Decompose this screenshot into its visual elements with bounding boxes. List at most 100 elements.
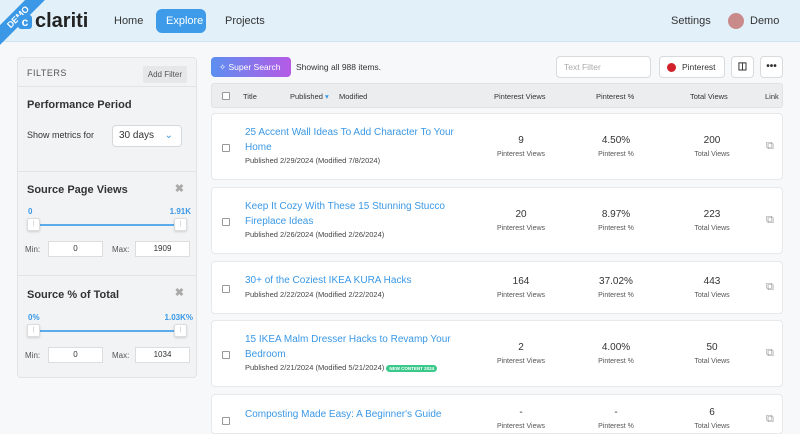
- logo-text: clariti: [35, 10, 89, 32]
- total-views-cell: 223 Total Views: [667, 209, 757, 232]
- performance-period-section: Performance Period Show metrics for 30 d…: [18, 87, 196, 172]
- external-link-icon[interactable]: ⧉: [766, 347, 774, 360]
- range-low-label: 0: [28, 207, 33, 216]
- filters-panel: FILTERS Add Filter Performance Period Sh…: [17, 57, 197, 378]
- row-title-link[interactable]: Composting Made Easy: A Beginner's Guide: [245, 407, 465, 422]
- logo[interactable]: c clariti: [18, 10, 88, 33]
- row-title-link[interactable]: 25 Accent Wall Ideas To Add Character To…: [245, 125, 465, 155]
- row-checkbox[interactable]: [222, 143, 230, 152]
- external-link-icon[interactable]: ⧉: [766, 413, 774, 426]
- remove-filter-icon[interactable]: ✖: [175, 182, 184, 195]
- new-content-badge: NEW CONTENT 2024: [386, 364, 438, 372]
- chevron-down-icon: ⌄: [164, 130, 173, 141]
- row-meta: Published 2/22/2024 (Modified 2/22/2024): [245, 290, 384, 299]
- min-input[interactable]: 0: [48, 241, 103, 257]
- select-all-checkbox[interactable]: [222, 92, 230, 100]
- external-link-icon[interactable]: ⧉: [766, 214, 774, 227]
- pinterest-views-value: 9: [518, 134, 524, 146]
- row-checkbox[interactable]: [222, 350, 230, 359]
- stat-label: Pinterest Views: [496, 423, 546, 430]
- add-filter-button[interactable]: Add Filter: [142, 66, 187, 83]
- period-select[interactable]: 30 days ⌄: [112, 125, 182, 147]
- section-title: Performance Period: [27, 99, 132, 111]
- table-row: 25 Accent Wall Ideas To Add Character To…: [211, 113, 783, 180]
- more-icon[interactable]: •••: [760, 56, 783, 78]
- pinterest-percent-value: 37.02%: [599, 275, 633, 287]
- pinterest-views-value: -: [519, 407, 523, 418]
- range-track: [28, 330, 186, 332]
- text-filter-input[interactable]: Text Filter: [556, 56, 651, 78]
- col-pinterest-views[interactable]: Pinterest Views: [494, 92, 546, 101]
- table-row: 15 IKEA Malm Dresser Hacks to Revamp You…: [211, 320, 783, 387]
- external-link-icon[interactable]: ⧉: [766, 281, 774, 294]
- source-page-views-filter: Source Page Views ✖ 0 1.91K | | Min: 0 M…: [18, 172, 196, 276]
- col-total-views[interactable]: Total Views: [690, 92, 728, 101]
- range-min-handle[interactable]: |: [27, 324, 40, 337]
- stat-label: Total Views: [694, 423, 730, 430]
- range-high-label: 1.91K: [169, 207, 191, 216]
- stat-label: Pinterest Views: [496, 357, 546, 365]
- pinterest-views-cell: 164 Pinterest Views: [476, 276, 566, 299]
- user-menu[interactable]: Demo: [728, 9, 789, 33]
- col-modified[interactable]: Modified: [339, 92, 367, 101]
- range-max-handle[interactable]: |: [174, 218, 187, 231]
- max-input[interactable]: 1909: [135, 241, 190, 257]
- range-low-label: 0%: [28, 313, 40, 322]
- row-checkbox[interactable]: [222, 284, 230, 293]
- nav-home[interactable]: Home: [104, 9, 153, 33]
- col-published[interactable]: Published ▾: [290, 92, 329, 101]
- nav-explore[interactable]: Explore: [156, 9, 206, 33]
- col-published-label: Published: [290, 92, 323, 101]
- col-pinterest-percent[interactable]: Pinterest %: [596, 92, 634, 101]
- section-title: Source Page Views: [27, 184, 128, 196]
- stat-label: Pinterest %: [598, 423, 634, 430]
- filters-title: FILTERS: [27, 68, 67, 78]
- stat-label: Pinterest %: [598, 224, 634, 232]
- stat-label: Total Views: [694, 224, 730, 232]
- stat-label: Pinterest %: [598, 291, 634, 299]
- row-checkbox[interactable]: [222, 217, 230, 226]
- stat-label: Pinterest %: [598, 150, 634, 158]
- table-header: Title Published ▾ Modified Pinterest Vie…: [211, 83, 783, 108]
- logo-icon: c: [18, 14, 32, 29]
- remove-filter-icon[interactable]: ✖: [175, 286, 184, 299]
- total-views-value: 223: [703, 208, 721, 220]
- min-label: Min:: [25, 245, 41, 254]
- avatar: [728, 13, 744, 30]
- pinterest-percent-value: -: [614, 407, 618, 418]
- stat-label: Pinterest %: [598, 357, 634, 365]
- columns-icon[interactable]: ◫: [731, 56, 754, 78]
- pinterest-percent-cell: 37.02% Pinterest %: [571, 276, 661, 299]
- publish-dates: Published 2/26/2024 (Modified 2/26/2024): [245, 230, 385, 239]
- total-views-value: 6: [709, 407, 715, 418]
- row-title-link[interactable]: 15 IKEA Malm Dresser Hacks to Revamp You…: [245, 332, 465, 362]
- stat-label: Pinterest Views: [496, 291, 546, 299]
- row-checkbox[interactable]: [222, 417, 230, 425]
- section-title: Source % of Total: [27, 289, 120, 301]
- pinterest-percent-cell: 8.97% Pinterest %: [571, 209, 661, 232]
- nav-settings[interactable]: Settings: [661, 9, 721, 33]
- row-title-link[interactable]: Keep It Cozy With These 15 Stunning Stuc…: [245, 199, 465, 229]
- publish-dates: Published 2/21/2024 (Modified 5/21/2024): [245, 363, 385, 372]
- external-link-icon[interactable]: ⧉: [766, 140, 774, 153]
- nav-projects[interactable]: Projects: [215, 9, 275, 33]
- min-input[interactable]: 0: [48, 347, 103, 363]
- source-label: Pinterest: [682, 62, 716, 72]
- super-search-label: Super Search: [228, 62, 281, 72]
- stat-label: Pinterest Views: [496, 224, 546, 232]
- col-title[interactable]: Title: [243, 92, 257, 101]
- pinterest-views-cell: 2 Pinterest Views: [476, 342, 566, 365]
- filters-header: FILTERS Add Filter: [18, 58, 196, 87]
- period-value: 30 days: [119, 130, 155, 141]
- source-select[interactable]: Pinterest: [659, 56, 725, 78]
- max-input[interactable]: 1034: [135, 347, 190, 363]
- total-views-value: 200: [703, 134, 721, 146]
- stat-label: Total Views: [694, 357, 730, 365]
- super-search-button[interactable]: ✧ Super Search: [211, 57, 291, 77]
- row-title-link[interactable]: 30+ of the Coziest IKEA KURA Hacks: [245, 273, 465, 288]
- pinterest-views-cell: 9 Pinterest Views: [476, 135, 566, 158]
- pinterest-percent-value: 4.00%: [601, 341, 631, 353]
- range-max-handle[interactable]: |: [174, 324, 187, 337]
- range-min-handle[interactable]: |: [27, 218, 40, 231]
- source-percent-filter: Source % of Total ✖ 0% 1.03K% | | Min: 0…: [18, 276, 196, 376]
